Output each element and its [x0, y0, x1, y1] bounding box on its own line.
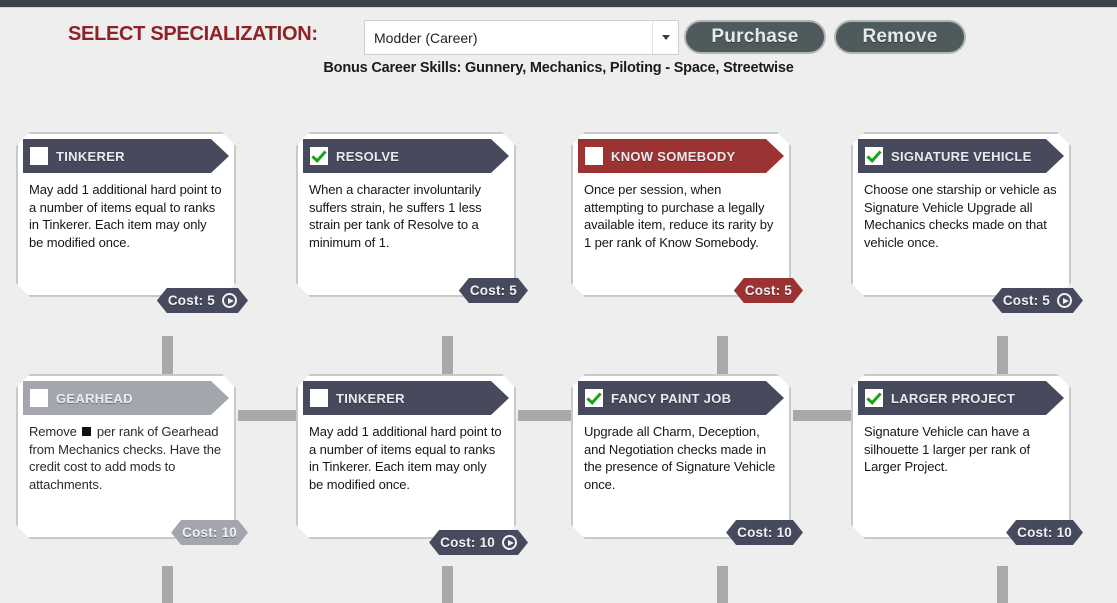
talent-card-body-shell: GEARHEAD Remove per rank of Gearhead from… — [16, 374, 236, 539]
talent-card-header: TINKERER — [303, 381, 509, 415]
talent-card-body-shell: TINKERER May add 1 additional hard point … — [16, 132, 236, 297]
talent-card-description: Choose one starship or vehicle as Signat… — [864, 182, 1057, 250]
talent-cost-badge[interactable]: Cost: 10 — [726, 520, 803, 545]
checkbox-checked-icon[interactable] — [310, 147, 328, 165]
talent-cost-badge[interactable]: Cost: 5 — [734, 278, 803, 303]
top-accent-bar — [0, 0, 1117, 8]
talent-card[interactable]: SIGNATURE VEHICLE Choose one starship or … — [851, 132, 1071, 297]
talent-card-description: When a character involuntarily suffers s… — [309, 182, 482, 250]
chevron-down-icon[interactable] — [652, 21, 678, 54]
talent-card-title: KNOW SOMEBODY — [611, 148, 736, 164]
talent-card-description: Remove per rank of Gearhead from Mechani… — [29, 424, 221, 492]
talent-card[interactable]: FANCY PAINT JOB Upgrade all Charm, Decept… — [571, 374, 791, 539]
talent-card-header: SIGNATURE VEHICLE — [858, 139, 1064, 173]
checkbox-checked-icon[interactable] — [865, 389, 883, 407]
talent-card-title: LARGER PROJECT — [891, 390, 1016, 406]
connector-horizontal — [793, 410, 851, 421]
talent-card-body-shell: LARGER PROJECT Signature Vehicle can have… — [851, 374, 1071, 539]
talent-card[interactable]: RESOLVE When a character involuntarily su… — [296, 132, 516, 297]
talent-cost-badge[interactable]: Cost: 5 — [459, 278, 528, 303]
talent-card-title: GEARHEAD — [56, 390, 133, 406]
play-arrow-icon[interactable] — [222, 293, 237, 308]
talent-cost-badge[interactable]: Cost: 5 — [157, 288, 248, 313]
specialization-dropdown[interactable]: Modder (Career) — [364, 20, 679, 55]
connector-vertical — [442, 566, 453, 603]
talent-cost-label: Cost: 10 — [440, 535, 495, 550]
talent-card[interactable]: LARGER PROJECT Signature Vehicle can have… — [851, 374, 1071, 539]
talent-cost-badge[interactable]: Cost: 10 — [429, 530, 528, 555]
talent-cost-label: Cost: 5 — [469, 283, 517, 298]
talent-card-header: GEARHEAD — [23, 381, 229, 415]
talent-tree-page: SELECT SPECIALIZATION: Modder (Career) P… — [0, 0, 1117, 603]
select-specialization-label: SELECT SPECIALIZATION: — [68, 23, 318, 45]
talent-cost-label: Cost: 5 — [167, 293, 215, 308]
talent-card-body-shell: TINKERER May add 1 additional hard point … — [296, 374, 516, 539]
checkbox-unchecked-icon[interactable] — [30, 147, 48, 165]
checkbox-unchecked-icon[interactable] — [30, 389, 48, 407]
purchase-button[interactable]: Purchase — [684, 20, 826, 54]
talent-card-title: TINKERER — [56, 148, 125, 164]
talent-card-header: TINKERER — [23, 139, 229, 173]
talent-cost-badge[interactable]: Cost: 10 — [171, 520, 248, 545]
play-arrow-icon[interactable] — [1057, 293, 1072, 308]
talent-card[interactable]: TINKERER May add 1 additional hard point … — [296, 374, 516, 539]
talent-card-description: Once per session, when attempting to pur… — [584, 182, 774, 250]
specialization-header: SELECT SPECIALIZATION: Modder (Career) P… — [0, 18, 1117, 58]
checkbox-unchecked-icon[interactable] — [585, 147, 603, 165]
talent-card-description: Signature Vehicle can have a silhouette … — [864, 424, 1030, 474]
talent-card-body-shell: RESOLVE When a character involuntarily su… — [296, 132, 516, 297]
remove-button[interactable]: Remove — [834, 20, 966, 54]
talent-cost-badge[interactable]: Cost: 5 — [992, 288, 1083, 313]
talent-card-title: TINKERER — [336, 390, 405, 406]
talent-card-body-shell: KNOW SOMEBODY Once per session, when atte… — [571, 132, 791, 297]
talent-card-title: FANCY PAINT JOB — [611, 390, 732, 406]
play-arrow-icon[interactable] — [502, 535, 517, 550]
talent-card-header: KNOW SOMEBODY — [578, 139, 784, 173]
talent-card-header: FANCY PAINT JOB — [578, 381, 784, 415]
talent-card-title: RESOLVE — [336, 148, 400, 164]
talent-card-header: LARGER PROJECT — [858, 381, 1064, 415]
talent-cost-label: Cost: 10 — [182, 525, 237, 540]
talent-card[interactable]: KNOW SOMEBODY Once per session, when atte… — [571, 132, 791, 297]
talent-card[interactable]: GEARHEAD Remove per rank of Gearhead from… — [16, 374, 236, 539]
connector-horizontal — [238, 410, 296, 421]
talent-cost-label: Cost: 5 — [744, 283, 792, 298]
checkbox-unchecked-icon[interactable] — [310, 389, 328, 407]
specialization-selected-value: Modder (Career) — [374, 29, 478, 46]
talent-cost-label: Cost: 10 — [1017, 525, 1072, 540]
connector-vertical — [717, 566, 728, 603]
talent-cost-label: Cost: 10 — [737, 525, 792, 540]
checkbox-checked-icon[interactable] — [585, 389, 603, 407]
talent-card-body-shell: FANCY PAINT JOB Upgrade all Charm, Decept… — [571, 374, 791, 539]
talent-card[interactable]: TINKERER May add 1 additional hard point … — [16, 132, 236, 297]
talent-card-description: Upgrade all Charm, Deception, and Negoti… — [584, 424, 776, 492]
talent-card-header: RESOLVE — [303, 139, 509, 173]
talent-card-body-shell: SIGNATURE VEHICLE Choose one starship or … — [851, 132, 1071, 297]
talent-card-description: May add 1 additional hard point to a num… — [309, 424, 502, 492]
connector-vertical — [997, 566, 1008, 603]
bonus-career-skills-text: Bonus Career Skills: Gunnery, Mechanics,… — [323, 60, 794, 76]
talent-cost-label: Cost: 5 — [1002, 293, 1050, 308]
connector-horizontal — [518, 410, 571, 421]
checkbox-checked-icon[interactable] — [865, 147, 883, 165]
connector-vertical — [162, 566, 173, 603]
talent-card-description: May add 1 additional hard point to a num… — [29, 182, 222, 250]
setback-die-icon — [82, 427, 91, 436]
talent-card-title: SIGNATURE VEHICLE — [891, 148, 1032, 164]
talent-tree-grid: TINKERER May add 1 additional hard point … — [0, 118, 1117, 603]
talent-cost-badge[interactable]: Cost: 10 — [1006, 520, 1083, 545]
